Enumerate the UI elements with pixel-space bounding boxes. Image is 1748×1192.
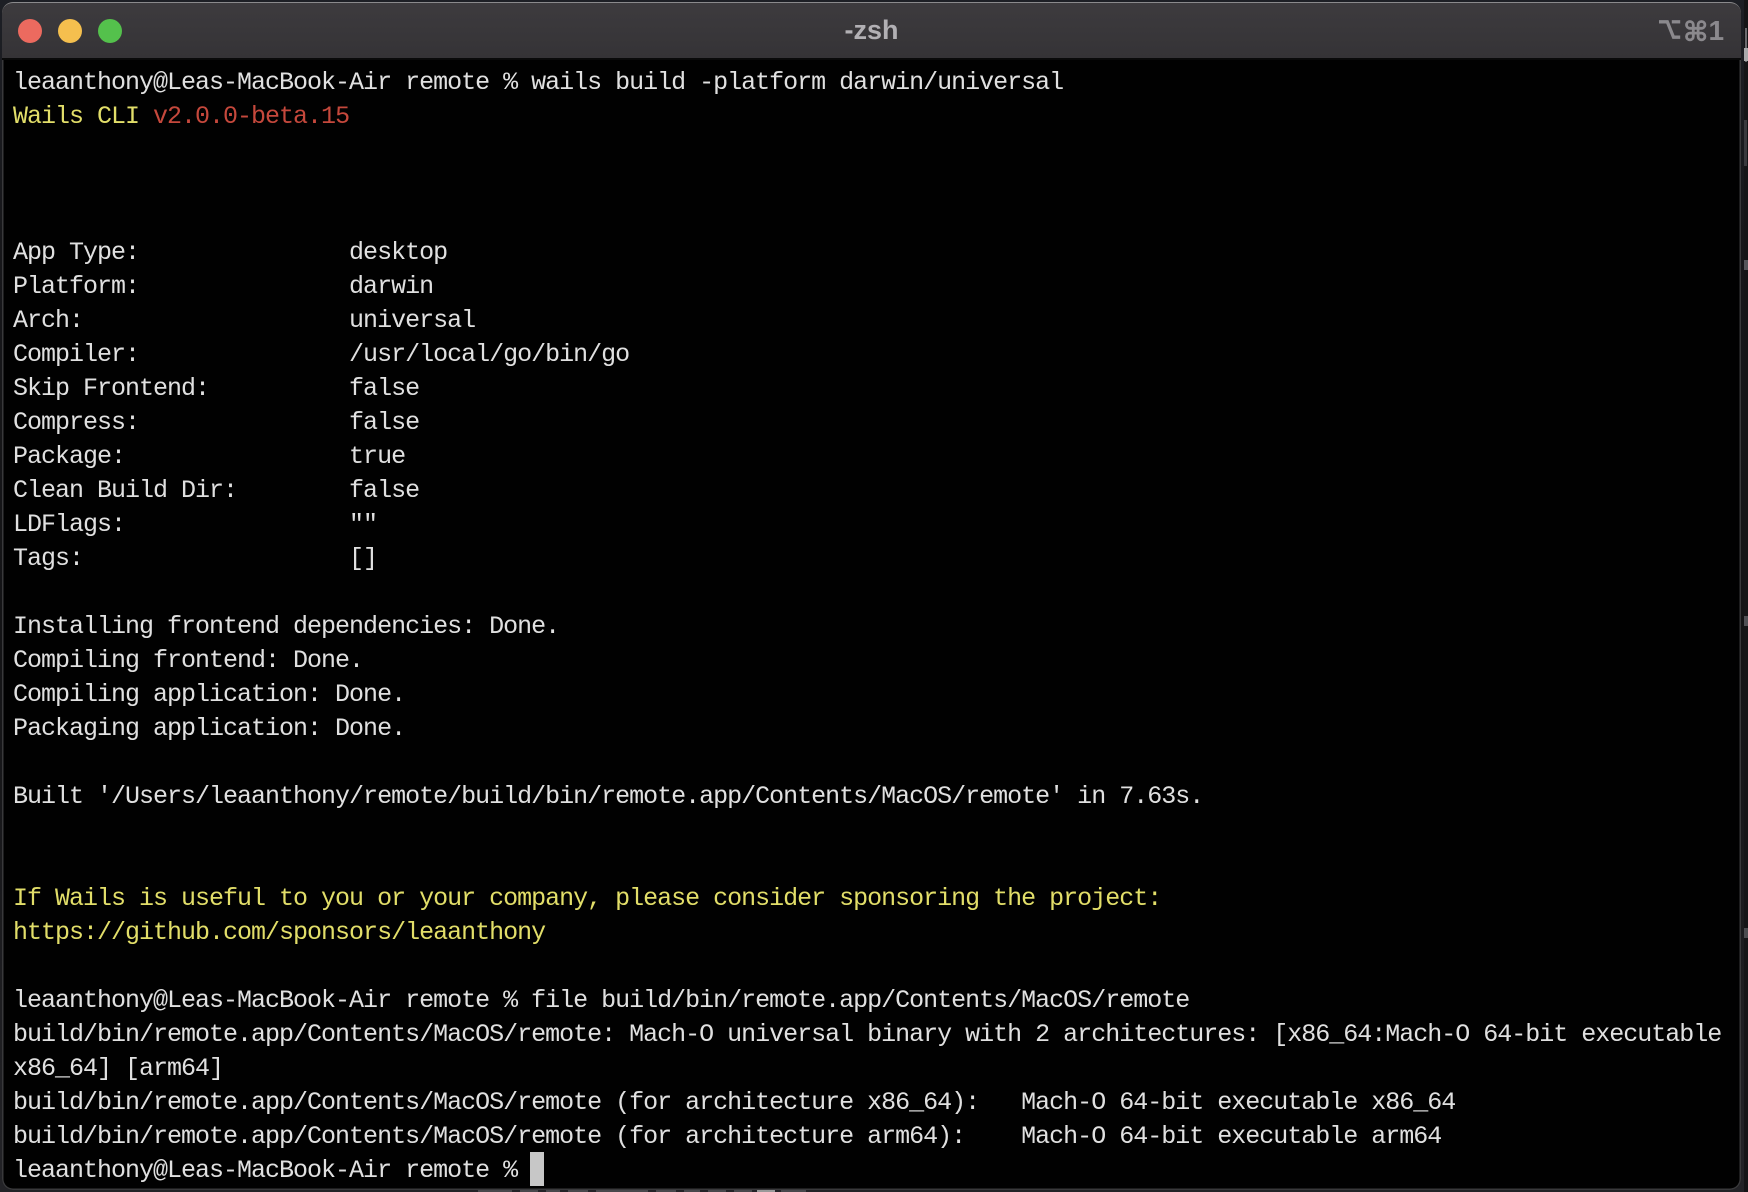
svg-text:1: 1 <box>1709 15 1725 46</box>
